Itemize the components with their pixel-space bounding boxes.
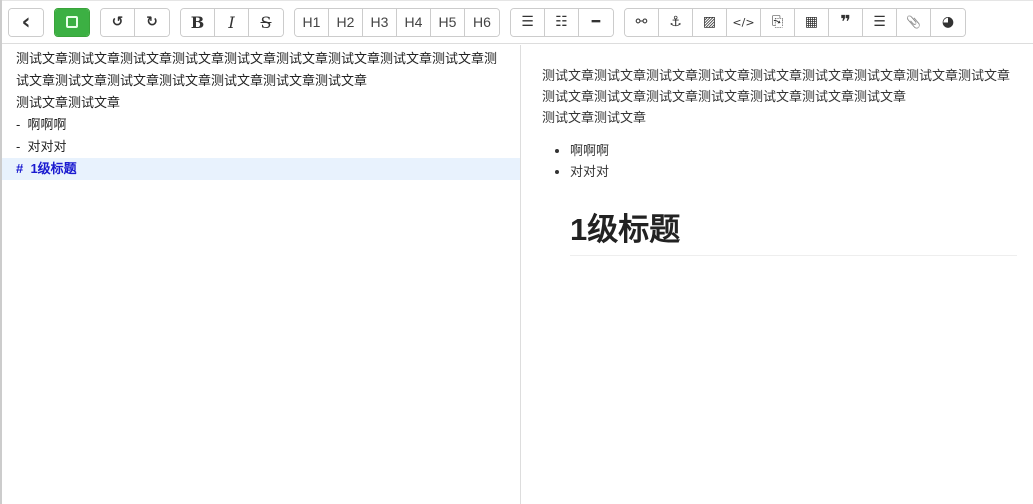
bold-icon: B bbox=[190, 12, 205, 32]
bold-button[interactable]: B bbox=[181, 8, 215, 36]
chevron-left-icon: ‹ bbox=[21, 9, 31, 35]
code-block-button[interactable]: ⎘ bbox=[761, 8, 795, 36]
h3-button[interactable]: H3 bbox=[363, 8, 397, 36]
link-icon: ⚯ bbox=[635, 14, 648, 30]
strikethrough-button[interactable]: S bbox=[249, 8, 283, 36]
toc-button[interactable]: ☰ bbox=[863, 8, 897, 36]
back-button[interactable]: ‹ bbox=[9, 8, 43, 36]
markdown-preview: 测试文章测试文章测试文章测试文章测试文章测试文章测试文章测试文章测试文章测试文章… bbox=[522, 45, 1033, 504]
horizontal-rule-button[interactable]: ━ bbox=[579, 8, 613, 36]
table-icon: ▦ bbox=[804, 14, 819, 30]
editor-line[interactable]: 测试文章测试文章 bbox=[2, 92, 520, 114]
editor-line[interactable]: - 对对对 bbox=[2, 136, 520, 158]
inline-code-button[interactable]: </> bbox=[727, 8, 761, 36]
link-button[interactable]: ⚯ bbox=[625, 8, 659, 36]
list-ul-icon: ☰ bbox=[521, 14, 534, 30]
list-ol-icon: ☷ bbox=[555, 14, 568, 30]
editor-line[interactable]: 测试文章测试文章测试文章测试文章测试文章测试文章测试文章测试文章测试文章测试文章… bbox=[2, 48, 520, 92]
file-code-icon: ⎘ bbox=[771, 14, 784, 30]
strikethrough-icon: S bbox=[260, 12, 272, 32]
markdown-editor[interactable]: 测试文章测试文章测试文章测试文章测试文章测试文章测试文章测试文章测试文章测试文章… bbox=[2, 45, 521, 504]
h5-button[interactable]: H5 bbox=[431, 8, 465, 36]
minus-icon: ━ bbox=[591, 14, 601, 30]
editor-toolbar: ‹ ↺ ↻ B I S H1 H2 H3 H4 H5 H6 ☰ ☷ ━ ⚯ ⚓ … bbox=[2, 0, 1033, 44]
italic-icon: I bbox=[228, 12, 235, 32]
h6-button[interactable]: H6 bbox=[465, 8, 499, 36]
save-button[interactable] bbox=[55, 8, 89, 36]
quote-button[interactable]: ❞ bbox=[829, 8, 863, 36]
preview-paragraph: 测试文章测试文章 bbox=[542, 110, 647, 125]
toc-icon: ☰ bbox=[873, 14, 886, 30]
list-item: 啊啊啊 bbox=[570, 140, 1017, 161]
undo-button[interactable]: ↺ bbox=[101, 8, 135, 36]
italic-button[interactable]: I bbox=[215, 8, 249, 36]
paperclip-icon: 📎 bbox=[906, 15, 921, 29]
table-button[interactable]: ▦ bbox=[795, 8, 829, 36]
emoji-button[interactable]: ◕ bbox=[931, 8, 965, 36]
redo-icon: ↻ bbox=[146, 14, 158, 30]
dashboard-icon: ◕ bbox=[941, 14, 955, 30]
preview-list: 啊啊啊 对对对 bbox=[570, 140, 1017, 182]
code-icon: </> bbox=[732, 15, 755, 29]
save-icon bbox=[66, 16, 78, 28]
list-item: 对对对 bbox=[570, 161, 1017, 182]
image-button[interactable]: ▨ bbox=[693, 8, 727, 36]
h1-button[interactable]: H1 bbox=[295, 8, 329, 36]
editor-line[interactable]: - 啊啊啊 bbox=[2, 114, 520, 136]
editor-line-active[interactable]: # 1级标题 bbox=[2, 158, 520, 180]
anchor-button[interactable]: ⚓ bbox=[659, 8, 693, 36]
anchor-icon: ⚓ bbox=[669, 14, 682, 30]
quote-icon: ❞ bbox=[840, 11, 851, 33]
h2-button[interactable]: H2 bbox=[329, 8, 363, 36]
unordered-list-button[interactable]: ☰ bbox=[511, 8, 545, 36]
redo-button[interactable]: ↻ bbox=[135, 8, 169, 36]
undo-icon: ↺ bbox=[111, 14, 124, 30]
ordered-list-button[interactable]: ☷ bbox=[545, 8, 579, 36]
preview-heading: 1级标题 bbox=[570, 204, 1017, 256]
image-icon: ▨ bbox=[702, 14, 717, 30]
preview-paragraph: 测试文章测试文章测试文章测试文章测试文章测试文章测试文章测试文章测试文章测试文章… bbox=[542, 68, 1011, 104]
attachment-button[interactable]: 📎 bbox=[897, 8, 931, 36]
h4-button[interactable]: H4 bbox=[397, 8, 431, 36]
